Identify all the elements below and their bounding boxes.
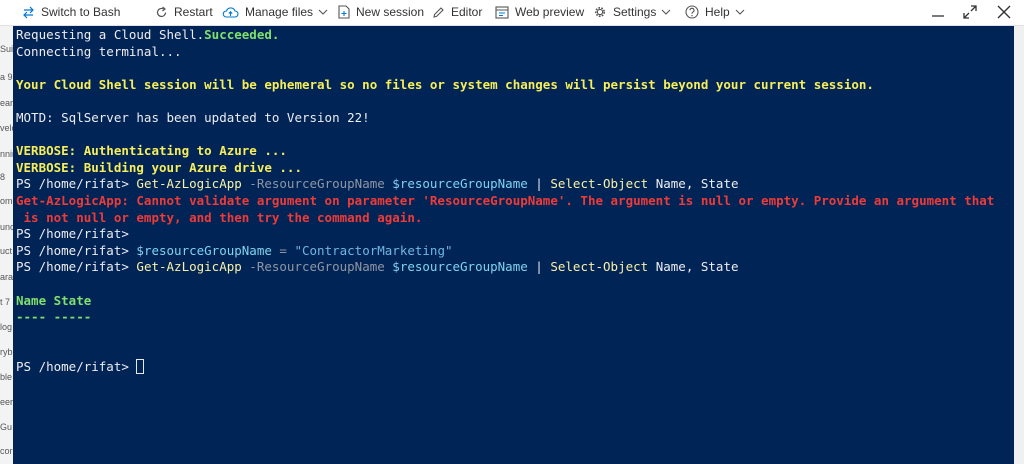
- restart-icon: [156, 6, 167, 17]
- maximize-button[interactable]: [958, 1, 982, 23]
- switch-arrows-icon: [23, 6, 34, 18]
- strip-fragment: velo: [0, 123, 13, 133]
- strip-fragment: uct: [0, 246, 13, 256]
- strip-fragment: Gu: [0, 422, 13, 432]
- close-icon: [997, 5, 1011, 19]
- verbose-line: VERBOSE: Authenticating to Azure ...: [16, 143, 287, 159]
- chevron-down-icon: [735, 9, 745, 15]
- strip-fragment: Suic: [0, 44, 13, 54]
- strip-fragment: 8: [0, 172, 6, 182]
- table-header: Name State: [16, 292, 92, 308]
- new-session-label: New session: [356, 5, 425, 19]
- strip-fragment: ear: [0, 98, 13, 108]
- terminal-line: Requesting a Cloud Shell.Succeeded.: [16, 27, 280, 42]
- gear-icon: [595, 7, 605, 17]
- pencil-icon: [433, 6, 444, 18]
- active-prompt[interactable]: PS /home/rifat>: [16, 358, 1014, 376]
- strip-fragment: unc: [0, 222, 13, 232]
- cloud-shell-toolbar: Switch to Bash Restart Manage files New …: [0, 0, 1024, 26]
- help-button[interactable]: Help: [685, 2, 745, 22]
- web-preview-icon: [495, 5, 509, 19]
- strip-fragment: ome: [0, 196, 13, 206]
- manage-files-label: Manage files: [245, 5, 314, 19]
- switch-to-bash-button[interactable]: Switch to Bash: [22, 2, 120, 22]
- command-line: PS /home/rifat> Get-AzLogicApp -Resource…: [16, 176, 739, 192]
- terminal-scrollbar[interactable]: [1014, 26, 1024, 464]
- background-page-strip: Suic a 9 ear velo nnin 8 ome unc uct ara…: [0, 26, 13, 464]
- new-session-icon: [338, 5, 350, 19]
- strip-fragment: t 7: [0, 297, 11, 307]
- ephemeral-warning: Your Cloud Shell session will be ephemer…: [16, 76, 874, 92]
- new-session-button[interactable]: New session: [338, 2, 424, 22]
- restart-button[interactable]: Restart: [155, 2, 213, 22]
- chevron-down-icon: [661, 9, 671, 15]
- error-line: is not null or empty, and then try the c…: [16, 209, 423, 225]
- assignment-line: PS /home/rifat> $resourceGroupName = "Co…: [16, 242, 453, 258]
- restart-label: Restart: [174, 5, 213, 19]
- strip-fragment: nnin: [0, 149, 13, 159]
- close-button[interactable]: [992, 1, 1016, 23]
- editor-button[interactable]: Editor: [432, 2, 482, 22]
- terminal-output[interactable]: Requesting a Cloud Shell.Succeeded. Conn…: [13, 26, 1014, 464]
- strip-fragment: ara: [0, 272, 13, 282]
- prompt-line: PS /home/rifat>: [16, 226, 129, 242]
- settings-button[interactable]: Settings: [593, 2, 671, 22]
- web-preview-label: Web preview: [515, 5, 585, 19]
- strip-fragment: cor: [0, 446, 13, 456]
- error-line: Get-AzLogicApp: Cannot validate argument…: [16, 192, 995, 208]
- terminal-line: Connecting terminal...: [16, 43, 182, 59]
- strip-fragment: log: [0, 322, 13, 332]
- web-preview-button[interactable]: Web preview: [495, 2, 584, 22]
- help-question-icon: [685, 5, 699, 19]
- manage-files-button[interactable]: Manage files: [222, 2, 328, 22]
- strip-fragment: eer: [0, 397, 13, 407]
- table-separator: ---- -----: [16, 309, 92, 325]
- minimize-button[interactable]: [926, 1, 950, 23]
- editor-label: Editor: [451, 5, 483, 19]
- chevron-down-icon: [318, 9, 328, 15]
- motd-line: MOTD: SqlServer has been updated to Vers…: [16, 109, 370, 125]
- strip-fragment: a 9: [0, 72, 13, 82]
- settings-label: Settings: [613, 5, 657, 19]
- switch-to-bash-label: Switch to Bash: [41, 5, 121, 19]
- cloud-upload-icon: [222, 6, 239, 18]
- strip-fragment: ryb: [0, 347, 13, 357]
- strip-fragment: ble: [0, 372, 13, 382]
- verbose-line: VERBOSE: Building your Azure drive ...: [16, 159, 302, 175]
- maximize-arrows-icon: [963, 5, 977, 19]
- terminal-cursor: [136, 358, 145, 374]
- command-line: PS /home/rifat> Get-AzLogicApp -Resource…: [16, 259, 739, 275]
- help-label: Help: [705, 5, 730, 19]
- minimize-icon: [932, 15, 944, 17]
